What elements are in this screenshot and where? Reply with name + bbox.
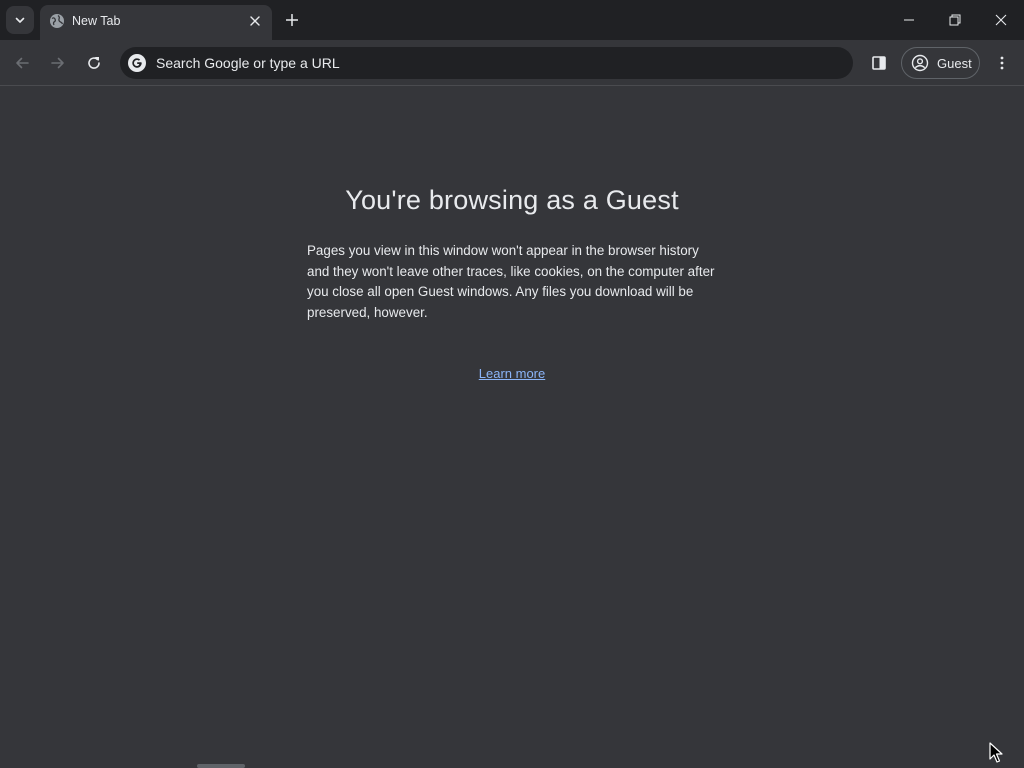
tab-new-tab[interactable]: New Tab	[40, 5, 272, 40]
browser-window: New Tab Search Google or type a URL Gues…	[0, 0, 1024, 768]
chevron-down-icon	[15, 17, 25, 23]
profile-button[interactable]: Guest	[901, 47, 980, 79]
horizontal-scrollbar[interactable]	[197, 764, 245, 768]
plus-icon	[286, 14, 298, 26]
close-icon	[995, 14, 1007, 26]
arrow-right-icon	[51, 57, 64, 69]
minimize-icon	[904, 19, 914, 21]
toolbar: Guest	[0, 40, 1024, 86]
close-icon	[250, 16, 260, 26]
reload-icon	[88, 57, 100, 69]
menu-button[interactable]	[988, 49, 1016, 77]
reload-button[interactable]	[80, 49, 108, 77]
forward-button[interactable]	[44, 49, 72, 77]
window-close-button[interactable]	[978, 0, 1024, 40]
minimize-button[interactable]	[886, 0, 932, 40]
mouse-cursor-icon	[989, 742, 1003, 763]
page-title: You're browsing as a Guest	[345, 185, 679, 215]
globe-icon	[50, 14, 64, 28]
tab-title: New Tab	[72, 14, 121, 28]
google-icon	[128, 54, 146, 72]
learn-more-link[interactable]: Learn more	[0, 366, 1024, 381]
tab-strip: New Tab	[0, 0, 1024, 40]
guest-page: You're browsing as a Guest Pages you vie…	[0, 87, 1024, 768]
side-panel-button[interactable]	[865, 49, 893, 77]
arrow-left-icon	[16, 57, 29, 69]
profile-label: Guest	[937, 55, 972, 71]
tab-search-button[interactable]	[6, 6, 34, 34]
restore-icon	[949, 14, 961, 26]
guest-description: Pages you view in this window won't appe…	[307, 243, 715, 320]
tab-close-button[interactable]	[246, 12, 264, 30]
side-panel-icon	[872, 56, 886, 70]
more-vert-icon	[1000, 56, 1004, 70]
new-tab-button[interactable]	[280, 8, 304, 32]
omnibox-input[interactable]	[156, 47, 836, 79]
back-button[interactable]	[8, 49, 36, 77]
omnibox[interactable]	[120, 47, 853, 79]
avatar-icon	[911, 54, 929, 72]
restore-button[interactable]	[932, 0, 978, 40]
